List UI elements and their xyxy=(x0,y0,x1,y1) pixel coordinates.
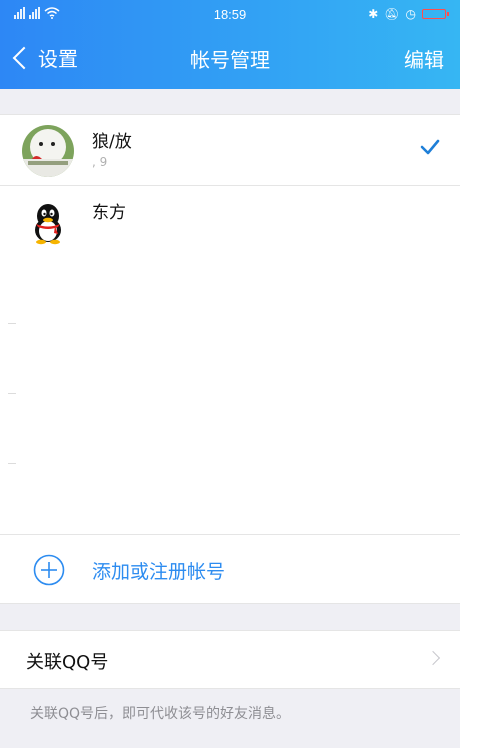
account-subtitle: , 9 xyxy=(92,155,108,169)
account-name: 东方 xyxy=(92,203,126,223)
status-bar: 18:59 ✱ 🔕︎ ◷ xyxy=(0,0,460,30)
empty-area xyxy=(0,255,460,534)
page-title: 帐号管理 xyxy=(190,48,270,72)
divider xyxy=(8,463,16,464)
snowman-photo xyxy=(22,125,74,177)
account-name: 狼/放 xyxy=(92,132,132,152)
account-list: 狼/放 , 9 东方 xyxy=(0,114,460,257)
linked-qq-row[interactable]: 关联QQ号 xyxy=(0,630,460,689)
plus-circle-icon xyxy=(33,554,65,586)
mute-bell-icon: 🔕︎ xyxy=(384,7,400,21)
divider xyxy=(8,323,16,324)
battery-icon xyxy=(422,9,449,19)
alarm-icon: ◷ xyxy=(405,7,416,21)
avatar xyxy=(22,196,74,248)
avatar xyxy=(22,125,74,177)
account-row[interactable]: 东方 xyxy=(0,186,460,257)
divider xyxy=(8,393,16,394)
qq-penguin-icon xyxy=(22,196,74,248)
chevron-right-icon xyxy=(425,650,441,666)
checkmark-icon xyxy=(420,139,440,155)
linked-qq-label: 关联QQ号 xyxy=(26,652,109,673)
bluetooth-icon: ✱ xyxy=(368,7,379,21)
edit-button[interactable]: 编辑 xyxy=(404,44,444,73)
status-right: ✱ 🔕︎ ◷ xyxy=(368,7,449,21)
navigation-bar: 设置 帐号管理 编辑 xyxy=(0,30,460,89)
linked-qq-note: 关联QQ号后，即可代收该号的好友消息。 xyxy=(30,706,291,722)
account-management-screen: 18:59 ✱ 🔕︎ ◷ 设置 帐号管理 编辑 狼/放 , 9 东方 添加或注册… xyxy=(0,0,460,748)
account-row[interactable]: 狼/放 , 9 xyxy=(0,114,460,186)
add-account-label: 添加或注册帐号 xyxy=(92,561,226,583)
add-account-button[interactable]: 添加或注册帐号 xyxy=(0,534,460,604)
header: 18:59 ✱ 🔕︎ ◷ 设置 帐号管理 编辑 xyxy=(0,0,460,89)
